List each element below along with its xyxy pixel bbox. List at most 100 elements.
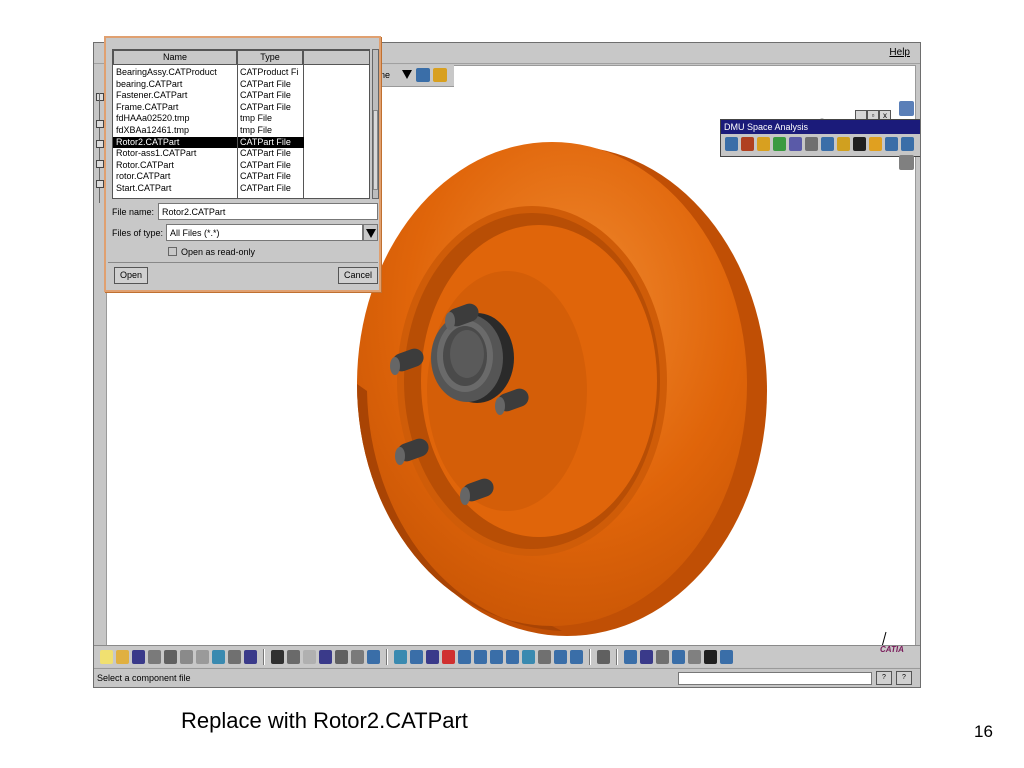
file-list-row[interactable]: BearingAssy.CATProduct CATProduct Fi (113, 67, 368, 79)
toolbar-tool-icon[interactable] (688, 649, 701, 664)
paint-icon[interactable] (416, 68, 430, 82)
dmu-tool-icon[interactable] (837, 137, 850, 151)
file-list-row[interactable]: fdHAAa02520.tmp tmp File (113, 113, 368, 125)
toolbar-tool-icon[interactable] (704, 649, 717, 664)
file-list-row[interactable]: Start.CATPart CATPart File (113, 183, 368, 195)
toolbar-tool-icon[interactable] (212, 649, 225, 664)
file-list-row[interactable]: Rotor2.CATPart CATPart File (113, 136, 368, 149)
toolbar-tool-icon[interactable] (367, 649, 380, 664)
read-only-label: Open as read-only (181, 247, 256, 257)
file-list-row[interactable]: bearing.CATPart CATPart File (113, 79, 368, 91)
toolbar-tool-icon[interactable] (244, 649, 257, 664)
toolbar-tool-icon[interactable] (597, 649, 610, 664)
toolbar-tool-icon[interactable] (458, 649, 471, 664)
dropdown-arrow-icon[interactable] (402, 70, 412, 79)
file-name-input[interactable]: Rotor2.CATPart (158, 203, 378, 220)
toolbar-tool-icon[interactable] (116, 649, 129, 664)
file-list-row[interactable]: Rotor-ass1.CATPart CATPart File (113, 148, 368, 160)
toolbar-tool-icon[interactable] (132, 649, 145, 664)
file-type-cell: CATProduct Fi (240, 67, 299, 77)
toolbar-tool-icon[interactable] (656, 649, 669, 664)
toolbar-tool-icon[interactable] (538, 649, 551, 664)
toolbar-tool-icon[interactable] (196, 649, 209, 664)
toolbar-tool-icon[interactable] (180, 649, 193, 664)
dmu-tool-icon[interactable] (821, 137, 834, 151)
file-name-cell: Frame.CATPart (116, 101, 179, 112)
toolbar-tool-icon[interactable] (442, 649, 455, 664)
toolbar-tool-icon[interactable] (522, 649, 535, 664)
catia-logo: CATIA (880, 645, 904, 654)
cancel-button[interactable]: Cancel (338, 267, 379, 284)
files-of-type-dropdown-icon[interactable] (363, 224, 378, 241)
files-of-type-select[interactable]: All Files (*.*) (166, 224, 363, 241)
status-button[interactable]: ? (896, 671, 912, 685)
files-of-type-label: Files of type: (112, 228, 164, 238)
toolbar-tool-icon[interactable] (100, 649, 113, 664)
file-type-cell: CATPart File (240, 183, 291, 193)
dmu-tool-icon[interactable] (757, 137, 770, 151)
tree-node[interactable] (96, 140, 104, 148)
command-input[interactable] (678, 672, 872, 685)
file-list[interactable]: Name Type BearingAssy.CATProduct CATProdu… (112, 49, 370, 199)
dmu-tool-icon[interactable] (741, 137, 754, 151)
status-button[interactable]: ? (876, 671, 892, 685)
right-toolbar (899, 101, 917, 209)
tree-node[interactable] (96, 160, 104, 168)
file-type-cell: CATPart File (240, 159, 291, 170)
toolbar-tool-icon[interactable] (554, 649, 567, 664)
toolbar-tool-icon[interactable] (426, 649, 439, 664)
dmu-tool-icon[interactable] (805, 137, 818, 151)
file-name-cell: Start.CATPart (116, 183, 172, 193)
toolbar-tool-icon[interactable] (148, 649, 161, 664)
toolbar-tool-icon[interactable] (287, 649, 300, 664)
dmu-toolbar-title[interactable]: DMU Space Analysis (721, 120, 920, 134)
toolbar-tool-icon[interactable] (410, 649, 423, 664)
file-name-cell: rotor.CATPart (116, 171, 171, 182)
toolbar-tool-icon[interactable] (474, 649, 487, 664)
toolbar-tool-icon[interactable] (624, 649, 637, 664)
file-list-scrollbar[interactable] (372, 49, 379, 199)
tree-node[interactable] (96, 93, 104, 101)
file-list-row[interactable]: Frame.CATPart CATPart File (113, 102, 368, 114)
dmu-tool-icon[interactable] (885, 137, 898, 151)
toolbar-tool-icon[interactable] (672, 649, 685, 664)
file-open-dialog: Name Type BearingAssy.CATProduct CATProdu… (104, 36, 381, 292)
file-list-row[interactable]: rotor.CATPart CATPart File (113, 171, 368, 183)
file-list-row[interactable]: Rotor.CATPart CATPart File (113, 160, 368, 172)
toolbar-tool-icon[interactable] (570, 649, 583, 664)
toolbar-tool-icon[interactable] (271, 649, 284, 664)
column-header-name[interactable]: Name (113, 50, 237, 65)
dmu-tool-icon[interactable] (725, 137, 738, 151)
toolbar-tool-icon[interactable] (319, 649, 332, 664)
dmu-tool-icon[interactable] (789, 137, 802, 151)
file-type-cell: CATPart File (240, 171, 291, 182)
toolbar-tool-icon[interactable] (335, 649, 348, 664)
material-icon[interactable] (433, 68, 447, 82)
toolbar-tool-icon[interactable] (394, 649, 407, 664)
toolbar-tool-icon[interactable] (506, 649, 519, 664)
toolbar-tool-icon[interactable] (490, 649, 503, 664)
help-menu[interactable]: Help (889, 47, 910, 58)
file-type-cell: CATPart File (240, 148, 291, 159)
scrollbar-thumb[interactable] (373, 110, 378, 190)
dmu-tool-icon[interactable] (773, 137, 786, 151)
toolbar-tool-icon[interactable] (351, 649, 364, 664)
read-only-checkbox[interactable] (168, 247, 177, 256)
toolbar-tool-icon[interactable] (303, 649, 316, 664)
file-list-row[interactable]: Fastener.CATPart CATPart File (113, 90, 368, 102)
open-button[interactable]: Open (114, 267, 149, 284)
toolbar-tool-icon[interactable] (164, 649, 177, 664)
workbench-icon[interactable] (899, 101, 914, 116)
toolbar-tool-icon[interactable] (640, 649, 653, 664)
dmu-tool-icon[interactable] (853, 137, 866, 151)
file-list-row[interactable]: fdXBAa12461.tmp tmp File (113, 125, 368, 137)
toolbar-tool-icon[interactable] (228, 649, 241, 664)
dmu-tool-icon[interactable] (869, 137, 882, 151)
column-header-empty[interactable] (303, 50, 369, 65)
column-header-type[interactable]: Type (237, 50, 303, 65)
file-name-cell: Rotor-ass1.CATPart (116, 148, 197, 159)
toolbar-tool-icon[interactable] (720, 649, 733, 664)
tree-node[interactable] (96, 120, 104, 128)
tool-icon[interactable] (899, 155, 914, 170)
tree-node[interactable] (96, 180, 104, 188)
